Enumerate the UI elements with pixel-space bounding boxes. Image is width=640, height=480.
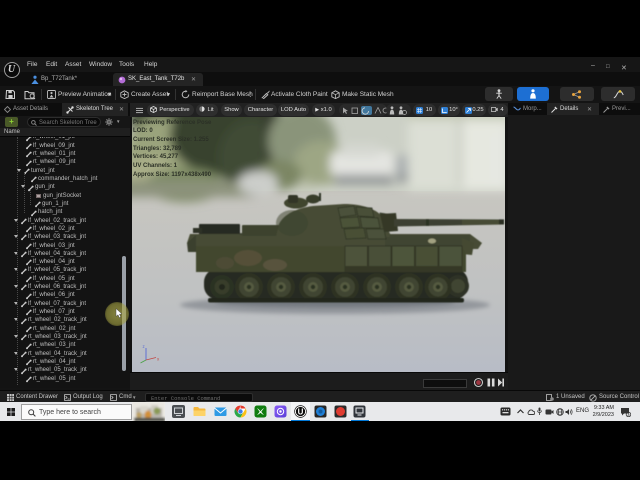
svg-text:U: U <box>298 407 304 416</box>
